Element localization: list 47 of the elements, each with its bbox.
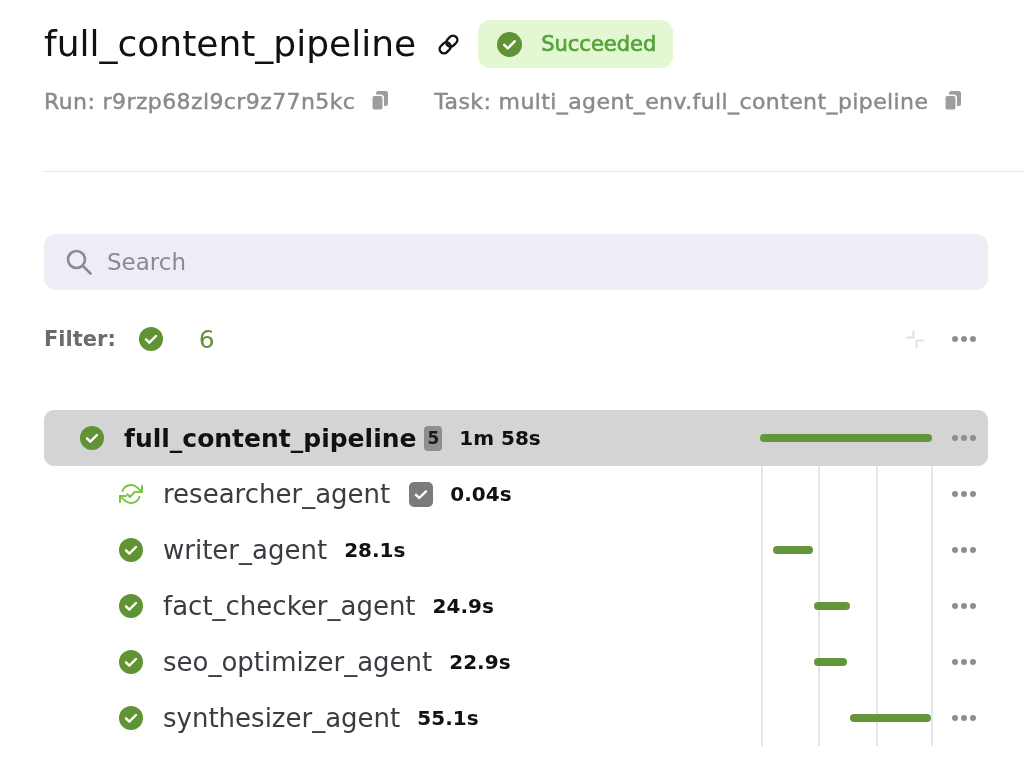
filter-label: Filter:	[44, 327, 116, 351]
node-name: full_content_pipeline	[124, 423, 417, 453]
duration-text: 55.1s	[417, 706, 479, 730]
status-label: Succeeded	[541, 32, 657, 56]
refresh-check-icon	[119, 482, 143, 506]
node-name: writer_agent	[163, 535, 328, 565]
more-icon[interactable]	[952, 435, 976, 441]
node-name: researcher_agent	[163, 479, 391, 509]
more-icon[interactable]	[952, 491, 976, 497]
more-icon[interactable]	[952, 547, 976, 553]
tree-row[interactable]: fact_checker_agent 24.9s	[44, 578, 988, 634]
node-name: seo_optimizer_agent	[163, 647, 433, 677]
duration-text: 1m 58s	[459, 426, 541, 450]
copy-icon[interactable]	[944, 91, 962, 111]
run-id-text: Run: r9rzp68zl9cr9z77n5kc	[44, 88, 356, 114]
child-count: 5	[424, 425, 443, 451]
timeline-bar	[814, 602, 850, 610]
check-circle-icon	[119, 594, 143, 618]
check-circle-icon	[80, 426, 104, 450]
node-name: synthesizer_agent	[163, 703, 401, 733]
timeline-bar	[814, 658, 847, 666]
check-circle-icon	[119, 650, 143, 674]
timeline-bar	[773, 546, 813, 554]
tree-row[interactable]: seo_optimizer_agent 22.9s	[44, 634, 988, 690]
status-filter-chip[interactable]: 6	[138, 324, 215, 354]
check-circle-icon	[119, 538, 143, 562]
task-name-text: Task: multi_agent_env.full_content_pipeline	[434, 88, 929, 114]
duration-text: 0.04s	[450, 482, 512, 506]
check-circle-icon	[138, 327, 163, 351]
duration-text: 28.1s	[344, 538, 406, 562]
tree-row[interactable]: writer_agent 28.1s	[44, 522, 988, 578]
more-icon[interactable]	[952, 659, 976, 665]
copy-icon[interactable]	[371, 91, 389, 111]
tree-row[interactable]: full_content_pipeline 5 1m 58s	[44, 410, 988, 466]
more-icon[interactable]	[952, 603, 976, 609]
node-name: fact_checker_agent	[163, 591, 416, 621]
tree-row[interactable]: synthesizer_agent 55.1s	[44, 690, 988, 746]
more-icon[interactable]	[952, 336, 976, 342]
check-circle-icon	[497, 31, 523, 57]
check-circle-icon	[119, 706, 143, 730]
duration-text: 22.9s	[449, 650, 511, 674]
run-title: full_content_pipeline	[44, 22, 417, 66]
search-icon	[66, 249, 92, 275]
duration-text: 24.9s	[432, 594, 494, 618]
search-field[interactable]: Search	[44, 234, 988, 290]
more-icon[interactable]	[952, 715, 976, 721]
tree-row[interactable]: researcher_agent 0.04s	[44, 466, 988, 522]
